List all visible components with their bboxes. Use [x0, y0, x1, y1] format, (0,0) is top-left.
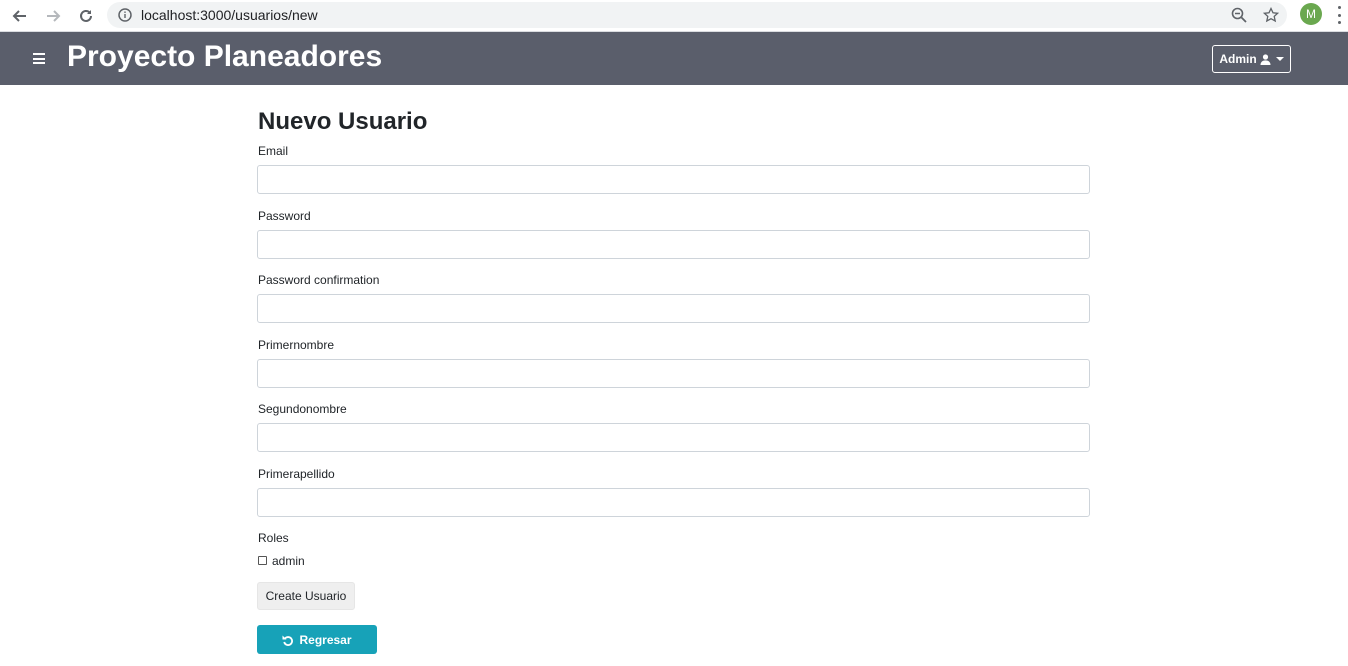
primerapellido-label: Primerapellido: [258, 467, 335, 481]
undo-icon: [282, 635, 294, 646]
app-navbar: Proyecto Planeadores Admin: [0, 32, 1348, 85]
roles-label: Roles: [258, 531, 289, 545]
reload-icon[interactable]: [74, 4, 98, 28]
segundonombre-label: Segundonombre: [258, 402, 347, 416]
primernombre-label: Primernombre: [258, 338, 335, 352]
password-confirmation-field[interactable]: [257, 294, 1090, 323]
password-field[interactable]: [257, 230, 1090, 259]
page-title: Nuevo Usuario: [258, 108, 428, 135]
forward-arrow-icon[interactable]: [41, 4, 65, 28]
password-label: Password: [258, 209, 311, 223]
email-field[interactable]: [257, 165, 1090, 194]
info-icon[interactable]: [116, 6, 134, 24]
segundonombre-field[interactable]: [257, 423, 1090, 452]
brand-title[interactable]: Proyecto Planeadores: [67, 40, 382, 74]
bookmark-star-icon[interactable]: [1262, 6, 1280, 24]
url-text[interactable]: localhost:3000/usuarios/new: [141, 7, 318, 23]
primernombre-field[interactable]: [257, 359, 1090, 388]
user-icon: [1260, 53, 1271, 65]
profile-avatar[interactable]: M: [1300, 3, 1322, 25]
zoom-icon[interactable]: [1230, 6, 1248, 24]
admin-user-menu-button[interactable]: Admin: [1212, 45, 1291, 73]
regresar-button[interactable]: Regresar: [257, 625, 377, 654]
admin-role-label[interactable]: admin: [272, 554, 305, 568]
browser-toolbar: localhost:3000/usuarios/new M: [0, 0, 1348, 32]
caret-down-icon: [1275, 57, 1284, 61]
admin-menu-label: Admin: [1219, 52, 1257, 66]
hamburger-menu-icon[interactable]: [33, 53, 45, 64]
address-bar[interactable]: localhost:3000/usuarios/new: [107, 2, 1287, 28]
primerapellido-field[interactable]: [257, 488, 1090, 517]
email-label: Email: [258, 144, 289, 158]
password-confirmation-label: Password confirmation: [258, 273, 380, 287]
create-usuario-button[interactable]: Create Usuario: [257, 582, 355, 610]
admin-role-checkbox[interactable]: [258, 556, 267, 565]
regresar-label: Regresar: [299, 632, 352, 647]
more-menu-icon[interactable]: [1336, 6, 1342, 24]
back-arrow-icon[interactable]: [8, 4, 32, 28]
